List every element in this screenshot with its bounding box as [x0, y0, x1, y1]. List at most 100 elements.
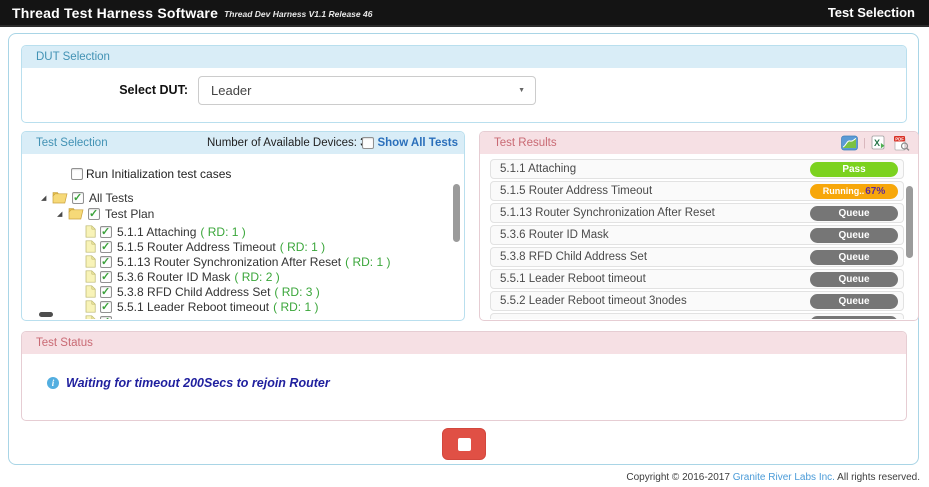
tree-item-label: 5.1.1 Attaching	[117, 225, 196, 239]
dut-select-dropdown[interactable]: Leader ▼	[198, 76, 536, 105]
dut-selection-panel: DUT Selection Select DUT: Leader ▼	[21, 45, 907, 123]
test-results-panel: Test Results | X PDF 5.1.1 Attaching	[479, 131, 919, 321]
status-badge-text: Queue	[838, 208, 869, 219]
status-badge: Pass	[810, 162, 898, 177]
tree-item-label: 5.5.1 Leader Reboot timeout	[117, 300, 269, 314]
tree-item-checkbox[interactable]	[100, 316, 112, 320]
tree-item-checkbox[interactable]	[100, 226, 112, 238]
test-plan-checkbox[interactable]	[88, 208, 100, 220]
dut-selection-title: DUT Selection	[36, 51, 110, 63]
result-row[interactable]: 5.3.6 Router ID Mask Queue	[490, 225, 904, 245]
pdf-export-icon[interactable]: PDF	[893, 135, 910, 151]
result-row[interactable]: 5.5.1 Leader Reboot timeout Queue	[490, 269, 904, 289]
company-link[interactable]: Granite River Labs Inc.	[733, 472, 835, 483]
result-row[interactable]: 5.1.5 Router Address Timeout Running.. 6…	[490, 181, 904, 201]
tree-item-rd: ( RD: 1 )	[345, 255, 390, 269]
expand-arrow-icon[interactable]: ◢	[57, 210, 68, 218]
app-subtitle: Thread Dev Harness V1.1 Release 46	[224, 9, 372, 19]
tree-item[interactable]: 5.5.1 Leader Reboot timeout ( RD: 1 )	[85, 299, 318, 314]
tree-item-checkbox[interactable]	[100, 256, 112, 268]
test-status-body: i Waiting for timeout 200Secs to rejoin …	[23, 354, 905, 419]
tree-item[interactable]: 5.3.6 Router ID Mask ( RD: 2 )	[85, 269, 280, 284]
tree-item-rd: ( RD: 2 )	[234, 270, 279, 284]
status-message-row: i Waiting for timeout 200Secs to rejoin …	[47, 376, 330, 390]
svg-text:X: X	[874, 138, 880, 148]
run-init-label: Run Initialization test cases	[86, 167, 231, 181]
footer-copyright: Copyright © 2016-2017 Granite River Labs…	[626, 472, 920, 483]
run-init-row[interactable]: Run Initialization test cases	[71, 167, 231, 181]
status-badge: Queue	[810, 272, 898, 287]
result-row[interactable]	[490, 313, 904, 319]
vertical-scrollbar-thumb[interactable]	[906, 186, 913, 258]
vertical-scrollbar-thumb[interactable]	[453, 184, 460, 242]
top-header-bar: Thread Test Harness Software Thread Dev …	[0, 0, 929, 27]
stop-button[interactable]	[442, 428, 486, 460]
all-tests-label: All Tests	[89, 191, 133, 205]
show-all-tests-toggle[interactable]: Show All Tests	[362, 137, 458, 149]
status-badge: Running.. 67%	[810, 184, 898, 199]
tree-item-label: 5.1.13 Router Synchronization After Rese…	[117, 255, 341, 269]
result-row[interactable]: 5.1.1 Attaching Pass	[490, 159, 904, 179]
test-results-header: Test Results | X PDF	[480, 132, 918, 154]
status-badge: Queue	[810, 294, 898, 309]
status-badge-text: Running..	[823, 186, 865, 196]
app-window: Thread Test Harness Software Thread Dev …	[0, 0, 929, 487]
tree-node-test-plan[interactable]: ◢ Test Plan	[57, 206, 154, 221]
tree-item[interactable]: 5.1.5 Router Address Timeout ( RD: 1 )	[85, 239, 325, 254]
tree-item-rd: ( RD: 1 )	[200, 225, 245, 239]
dut-selection-body: Select DUT: Leader ▼	[23, 68, 905, 121]
tree-node-all-tests[interactable]: ◢ All Tests	[41, 190, 133, 205]
tree-item-checkbox[interactable]	[100, 271, 112, 283]
status-badge	[810, 316, 898, 320]
tree-item[interactable]: 5.1.13 Router Synchronization After Rese…	[85, 254, 390, 269]
folder-icon	[52, 191, 68, 204]
run-init-checkbox[interactable]	[71, 168, 83, 180]
info-icon: i	[47, 377, 59, 389]
result-row-label: 5.1.5 Router Address Timeout	[500, 185, 652, 197]
result-rows: 5.1.1 Attaching Pass 5.1.5 Router Addres…	[490, 154, 904, 319]
svg-text:PDF: PDF	[895, 136, 904, 141]
excel-export-icon[interactable]: X	[871, 135, 888, 151]
test-selection-panel: Test Selection Number of Available Devic…	[21, 131, 465, 321]
file-icon	[85, 225, 96, 238]
tree-item-checkbox[interactable]	[100, 241, 112, 253]
all-tests-checkbox[interactable]	[72, 192, 84, 204]
test-results-body: 5.1.1 Attaching Pass 5.1.5 Router Addres…	[481, 154, 917, 319]
result-row-label: 5.3.8 RFD Child Address Set	[500, 251, 647, 263]
file-icon	[85, 255, 96, 268]
test-status-header: Test Status	[22, 332, 906, 354]
tree-item-checkbox[interactable]	[100, 301, 112, 313]
result-row[interactable]: 5.3.8 RFD Child Address Set Queue	[490, 247, 904, 267]
status-badge-progress: 67%	[865, 186, 885, 197]
status-badge: Queue	[810, 250, 898, 265]
dut-selection-header: DUT Selection	[22, 46, 906, 68]
result-row-label: 5.5.1 Leader Reboot timeout	[500, 273, 646, 285]
tree-item[interactable]	[85, 314, 121, 319]
test-status-title: Test Status	[36, 337, 93, 349]
test-selection-title: Test Selection	[36, 137, 108, 149]
test-plan-label: Test Plan	[105, 207, 154, 221]
result-row-label: 5.1.13 Router Synchronization After Rese…	[500, 207, 715, 219]
show-all-tests-checkbox[interactable]	[362, 137, 374, 149]
status-badge-text: Queue	[838, 252, 869, 263]
status-badge-text: Queue	[838, 274, 869, 285]
result-row[interactable]: 5.1.13 Router Synchronization After Rese…	[490, 203, 904, 223]
tree-item[interactable]: 5.3.8 RFD Child Address Set ( RD: 3 )	[85, 284, 320, 299]
dut-selected-value: Leader	[211, 83, 251, 98]
icon-separator: |	[863, 137, 866, 149]
select-dut-label: Select DUT:	[23, 76, 188, 105]
available-devices-label: Number of Available Devices:	[207, 137, 357, 149]
folder-icon	[68, 207, 84, 220]
expand-arrow-icon[interactable]: ◢	[41, 194, 52, 202]
chart-icon[interactable]	[841, 135, 858, 151]
tree-item-checkbox[interactable]	[100, 286, 112, 298]
file-icon	[85, 300, 96, 313]
horizontal-scrollbar-thumb[interactable]	[39, 312, 53, 317]
available-devices-text: Number of Available Devices: 3	[207, 137, 367, 149]
app-title: Thread Test Harness Software	[12, 5, 218, 21]
tree-item-label: 5.3.8 RFD Child Address Set	[117, 285, 270, 299]
file-icon	[85, 270, 96, 283]
result-row[interactable]: 5.5.2 Leader Reboot timeout 3nodes Queue	[490, 291, 904, 311]
tree-item-label: 5.3.6 Router ID Mask	[117, 270, 230, 284]
tree-item[interactable]: 5.1.1 Attaching ( RD: 1 )	[85, 224, 246, 239]
